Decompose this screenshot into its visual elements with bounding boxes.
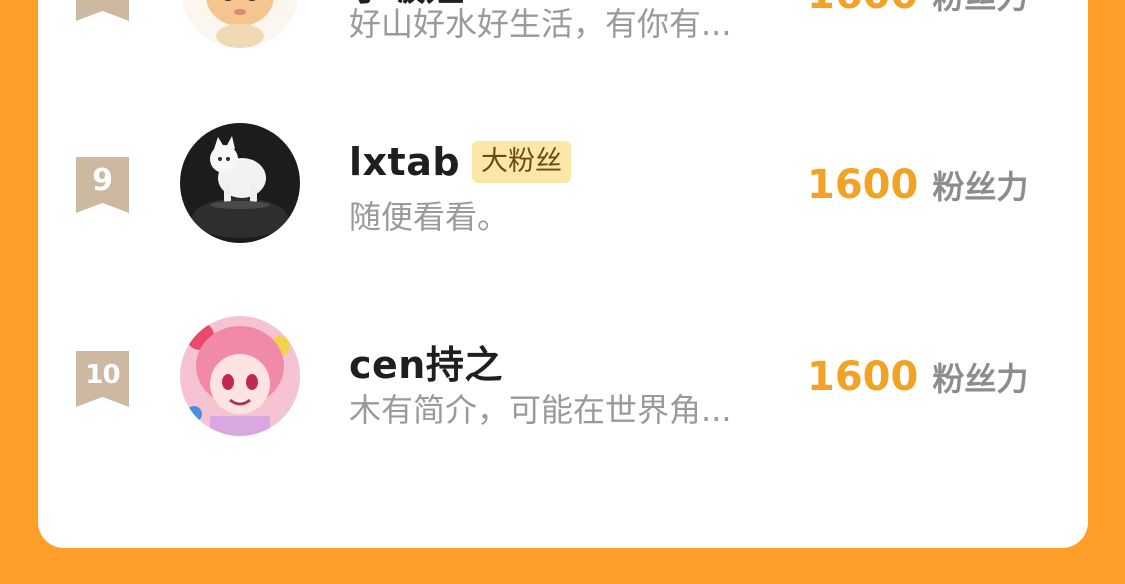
fan-power-score: 1600 粉丝力 [807, 354, 1028, 400]
user-avatar[interactable] [180, 316, 300, 436]
score-unit: 粉丝力 [932, 0, 1028, 18]
score-value: 1600 [807, 162, 919, 208]
fan-power-score: 1600 粉丝力 [807, 162, 1028, 208]
rank-badge: 9 [76, 157, 129, 213]
ranking-row[interactable]: 8 小啵妞 好山好水好生活，有你有... 1600 粉丝力 [38, 0, 1088, 110]
score-value: 1600 [807, 0, 918, 18]
anime-girl-avatar-icon [180, 316, 300, 436]
user-bio: 随便看看。 [349, 198, 510, 236]
ranking-row[interactable]: 10 cen持之 木有简介，可能在世界角... 1600 粉丝力 [38, 300, 1088, 490]
user-avatar[interactable] [180, 123, 300, 243]
user-bio: 木有简介，可能在世界角... [349, 391, 732, 429]
cartoon-character-avatar-icon [180, 0, 300, 48]
user-avatar[interactable] [180, 0, 300, 48]
user-name[interactable]: cen持之 [349, 334, 503, 389]
rank-badge: 8 [76, 0, 129, 21]
score-unit: 粉丝力 [932, 360, 1029, 398]
white-cat-avatar-icon [180, 123, 300, 243]
fan-power-score: 1600 粉丝力 [807, 0, 1028, 18]
big-fan-badge: 大粉丝 [472, 141, 572, 183]
ranking-row[interactable]: 9 lxtab 大粉丝 随便看看。 1600 粉丝力 [38, 110, 1088, 300]
score-unit: 粉丝力 [932, 168, 1029, 206]
score-value: 1600 [807, 354, 919, 400]
user-bio: 好山好水好生活，有你有... [349, 5, 732, 43]
user-name[interactable]: lxtab [349, 140, 460, 184]
ranking-card: 8 小啵妞 好山好水好生活，有你有... 1600 粉丝力 [38, 0, 1088, 548]
rank-badge: 10 [76, 351, 129, 407]
